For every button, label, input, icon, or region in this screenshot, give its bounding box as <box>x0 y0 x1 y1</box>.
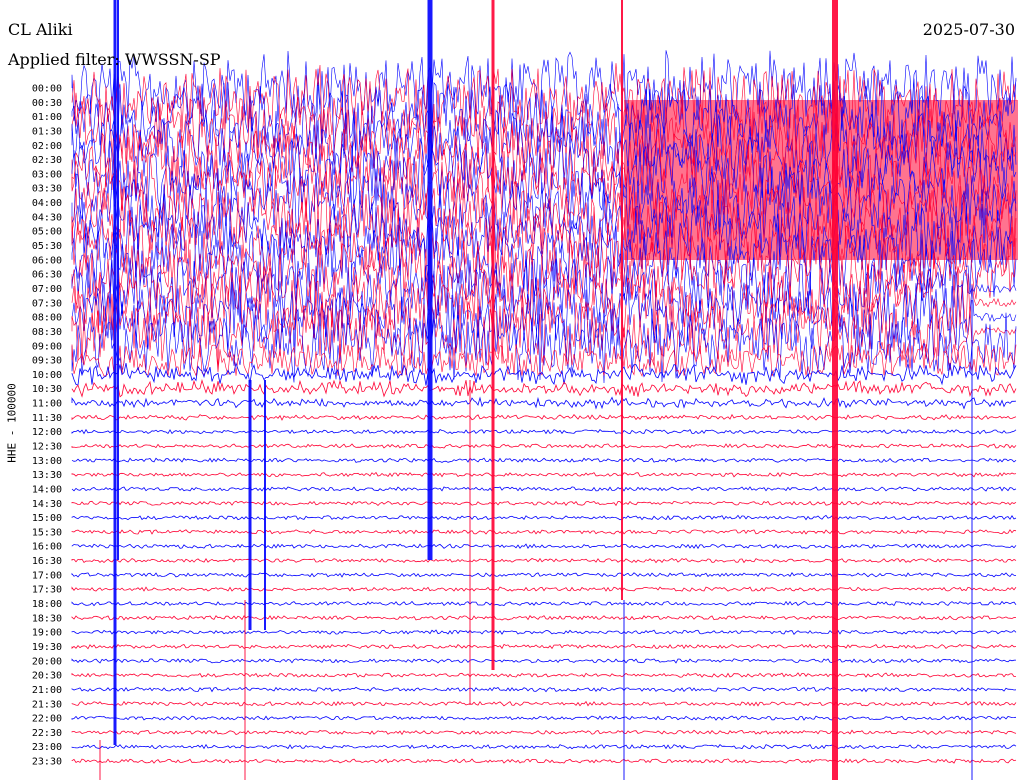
trace-row <box>71 672 1017 678</box>
date-label: 2025-07-30 <box>922 20 1015 39</box>
event-spike <box>248 380 252 630</box>
time-label: 18:30 <box>32 613 62 624</box>
event-spike <box>971 300 973 780</box>
trace-row <box>71 471 1017 478</box>
time-label: 06:30 <box>32 270 62 281</box>
filter-label: Applied filter: WWSSN-SP <box>8 50 221 69</box>
time-label: 11:30 <box>32 413 62 424</box>
trace-row <box>71 457 1017 463</box>
event-spike <box>427 0 433 560</box>
time-label: 14:30 <box>32 499 62 510</box>
trace-row <box>71 413 1017 421</box>
time-label: 16:00 <box>32 542 62 553</box>
time-label: 14:00 <box>32 484 62 495</box>
trace-row <box>71 715 1017 721</box>
time-label: 19:00 <box>32 628 62 639</box>
trace-row <box>71 758 1017 764</box>
time-label: 21:30 <box>32 699 62 710</box>
time-label: 17:00 <box>32 570 62 581</box>
time-label: 08:00 <box>32 313 62 324</box>
time-label: 21:00 <box>32 685 62 696</box>
trace-row <box>71 586 1017 592</box>
time-label: 13:00 <box>32 456 62 467</box>
event-spike <box>832 0 838 780</box>
station-title: CL Aliki <box>8 20 73 39</box>
time-label: 17:30 <box>32 585 62 596</box>
time-label: 12:30 <box>32 442 62 453</box>
time-label: 00:00 <box>32 84 62 95</box>
time-labels: 00:00 00:30 01:00 01:30 02:00 02:30 03:00 03:30… <box>32 84 62 768</box>
trace-row <box>71 658 1017 664</box>
time-label: 01:30 <box>32 126 62 137</box>
trace-row <box>71 529 1017 535</box>
trace-row <box>71 572 1017 578</box>
trace-row <box>71 629 1017 635</box>
event-spike <box>469 380 471 705</box>
time-label: 04:00 <box>32 198 62 209</box>
trace-row <box>71 500 1017 507</box>
event-spike <box>623 600 625 780</box>
time-label: 03:30 <box>32 184 62 195</box>
time-label: 05:00 <box>32 227 62 238</box>
trace-row <box>71 700 1017 707</box>
trace-row <box>71 428 1017 435</box>
time-label: 03:00 <box>32 169 62 180</box>
time-label: 07:30 <box>32 298 62 309</box>
event-spike <box>117 0 119 560</box>
time-label: 02:00 <box>32 141 62 152</box>
time-label: 10:30 <box>32 384 62 395</box>
time-label: 12:00 <box>32 427 62 438</box>
time-label: 23:30 <box>32 757 62 768</box>
time-label: 00:30 <box>32 98 62 109</box>
time-label: 11:00 <box>32 399 62 410</box>
event-spike <box>621 0 623 600</box>
time-label: 23:00 <box>32 742 62 753</box>
trace-row <box>71 514 1017 521</box>
trace-row <box>71 686 1017 693</box>
time-label: 19:30 <box>32 642 62 653</box>
event-spike <box>244 600 246 780</box>
trace-row <box>71 743 1017 750</box>
time-label: 20:30 <box>32 671 62 682</box>
trace-row <box>71 543 1017 550</box>
time-label: 05:30 <box>32 241 62 252</box>
event-spike <box>264 380 266 630</box>
time-label: 08:30 <box>32 327 62 338</box>
time-label: 15:30 <box>32 527 62 538</box>
trace-row <box>71 361 1017 386</box>
time-label: 15:00 <box>32 513 62 524</box>
event-spike <box>491 0 495 670</box>
time-label: 18:00 <box>32 599 62 610</box>
trace-row <box>71 600 1017 607</box>
time-label: 22:30 <box>32 728 62 739</box>
trace-row <box>71 486 1017 492</box>
time-label: 06:00 <box>32 255 62 266</box>
time-label: 16:30 <box>32 556 62 567</box>
time-label: 02:30 <box>32 155 62 166</box>
trace-lines <box>71 0 1018 780</box>
time-label: 09:30 <box>32 356 62 367</box>
trace-row <box>71 396 1017 410</box>
time-label: 13:30 <box>32 470 62 481</box>
time-label: 10:00 <box>32 370 62 381</box>
time-label: 07:00 <box>32 284 62 295</box>
y-axis-label: HHE - 100000 <box>5 383 19 463</box>
time-label: 20:00 <box>32 656 62 667</box>
trace-row <box>71 615 1017 621</box>
trace-row <box>71 443 1017 449</box>
trace-row <box>71 557 1017 564</box>
event-spike <box>113 0 117 745</box>
time-label: 04:30 <box>32 212 62 223</box>
time-label: 09:00 <box>32 341 62 352</box>
trace-row <box>71 643 1017 650</box>
trace-row <box>71 729 1017 736</box>
helicorder-plot: 00:00 00:30 01:00 01:30 02:00 02:30 03:00 03:30… <box>32 0 1018 780</box>
trace-row <box>71 379 1017 398</box>
time-label: 01:00 <box>32 112 62 123</box>
time-label: 22:00 <box>32 714 62 725</box>
event-spike <box>99 740 101 780</box>
